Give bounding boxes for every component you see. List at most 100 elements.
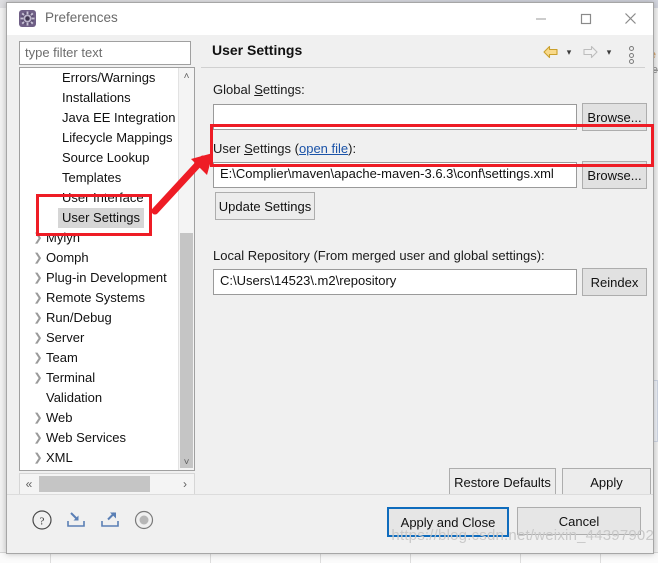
right-panel: User Settings ▾ ▾ Global Settings: Brows… [201,37,651,496]
import-icon[interactable] [63,507,89,533]
view-menu-icon[interactable] [625,44,637,66]
reindex-button[interactable]: Reindex [582,268,647,296]
back-arrow-icon[interactable] [541,43,559,61]
tree-item[interactable]: ❯ Oomph [20,248,179,268]
tree-vscroll-thumb[interactable] [180,233,193,468]
restore-defaults-button[interactable]: Restore Defaults [449,468,556,496]
apply-button[interactable]: Apply [562,468,651,496]
tree-item[interactable]: Lifecycle Mappings [20,128,179,148]
tree-item-label: Run/Debug [46,310,112,325]
page-title: User Settings [212,42,303,58]
tree-item[interactable]: Java EE Integration [20,108,179,128]
page-header: User Settings ▾ ▾ [201,37,645,68]
maximize-button[interactable] [563,3,608,34]
tree-item-label: Oomph [46,250,89,265]
apply-and-close-button[interactable]: Apply and Close [387,507,509,537]
update-settings-button[interactable]: Update Settings [215,192,315,220]
user-settings-value: E:\Complier\maven\apache-maven-3.6.3\con… [220,166,554,181]
tree-item-label: Mylyn [46,230,80,245]
svg-text:?: ? [40,516,45,528]
tree-item-label: Validation [46,390,103,405]
local-repository-input[interactable]: C:\Users\14523\.m2\repository [213,269,577,295]
cancel-button[interactable]: Cancel [517,507,641,535]
chevron-right-icon[interactable]: ❯ [32,368,44,388]
tree-item-label: Lifecycle Mappings [62,130,173,145]
preference-tree[interactable]: Errors/Warnings Installations Java EE Inte… [19,67,195,471]
tree-item[interactable]: Errors/Warnings [20,68,179,88]
scroll-up-icon[interactable]: ˄ [179,68,194,84]
tree-item[interactable]: User Interface [20,188,179,208]
tree-item-label: Templates [62,170,122,185]
tree-vertical-scrollbar[interactable]: ˄ ˅ [178,68,194,470]
user-settings-browse-button[interactable]: Browse... [582,161,647,189]
chevron-right-icon[interactable]: ❯ [32,348,44,368]
tree-item[interactable]: ❯ Terminal [20,368,179,388]
close-button[interactable] [608,3,653,34]
scroll-down-icon[interactable]: ˅ [179,454,194,470]
tree-item[interactable]: ❯ Mylyn [20,228,179,248]
chevron-right-icon[interactable]: ❯ [32,268,44,288]
scroll-left-icon[interactable]: « [20,474,38,494]
help-icon[interactable]: ? [29,507,55,533]
chevron-right-icon[interactable]: ❯ [32,248,44,268]
tree-item[interactable]: ❯ Plug-in Development [20,268,179,288]
chevron-right-icon[interactable]: ❯ [32,328,44,348]
tree-item-label: Web [46,410,73,425]
preferences-gear-icon [19,10,36,27]
title-bar: Preferences [7,3,653,35]
tree-item-label: User Interface [62,190,144,205]
tree-item[interactable]: Validation [20,388,179,408]
dialog-footer: ? Apply and Close Cancel [7,494,653,553]
tree-item[interactable]: ❯ Remote Systems [20,288,179,308]
tree-item[interactable]: ❯ Web Services [20,428,179,448]
tree-item-label: User Settings [58,208,145,228]
back-dropdown-chevron-down-icon[interactable]: ▾ [563,47,575,57]
tree-item-label: Java EE Integration [62,110,176,125]
left-panel: type filter text Errors/Warnings Installa… [15,37,195,495]
tree-hscroll-thumb[interactable] [39,476,150,492]
preferences-dialog: Preferences type filter text Errors/Warn… [6,2,654,554]
window-title: Preferences [45,10,118,25]
tree-item-label: XML [46,450,73,465]
preference-tree-list[interactable]: Errors/Warnings Installations Java EE Inte… [20,68,179,470]
record-icon[interactable] [131,507,157,533]
tree-item-label: Web Services [46,430,126,445]
tree-item[interactable]: ❯ Run/Debug [20,308,179,328]
local-repository-label: Local Repository (From merged user and g… [213,248,545,263]
export-icon[interactable] [97,507,123,533]
tree-item[interactable]: Templates [20,168,179,188]
tree-item-label: Server [46,330,85,345]
tree-item-label: Remote Systems [46,290,145,305]
tree-horizontal-scrollbar[interactable]: « › [19,473,195,495]
tree-item[interactable]: ❯ Web [20,408,179,428]
tree-item[interactable]: User Settings [20,208,179,228]
open-file-link[interactable]: open file [299,141,348,156]
tree-item[interactable]: ❯ Team [20,348,179,368]
global-settings-browse-button[interactable]: Browse... [582,103,647,131]
tree-item-label: Team [46,350,78,365]
chevron-right-icon[interactable]: ❯ [32,408,44,428]
tree-item-label: Plug-in Development [46,270,167,285]
tree-item[interactable]: Installations [20,88,179,108]
tree-item-label: Source Lookup [62,150,150,165]
minimize-button[interactable] [518,3,563,34]
chevron-right-icon[interactable]: ❯ [32,288,44,308]
tree-item-label: Errors/Warnings [62,70,156,85]
chevron-right-icon[interactable]: ❯ [32,308,44,328]
tree-item[interactable]: ❯ Server [20,328,179,348]
tree-item-label: Installations [62,90,131,105]
tree-item[interactable]: ❯ XML [20,448,179,468]
chevron-right-icon[interactable]: ❯ [32,448,44,468]
chevron-right-icon[interactable]: ❯ [32,228,44,248]
user-settings-input[interactable]: E:\Complier\maven\apache-maven-3.6.3\con… [213,162,577,188]
tree-item[interactable]: Source Lookup [20,148,179,168]
filter-input[interactable]: type filter text [19,41,191,65]
global-settings-input[interactable] [213,104,577,130]
local-repository-value: C:\Users\14523\.m2\repository [220,273,397,288]
page-body: Global Settings: Browse... User Settings… [201,68,651,496]
filter-placeholder: type filter text [25,45,103,60]
chevron-right-icon[interactable]: ❯ [32,428,44,448]
forward-dropdown-chevron-down-icon[interactable]: ▾ [603,47,615,57]
forward-arrow-icon[interactable] [581,43,599,61]
scroll-right-icon[interactable]: › [176,474,194,494]
